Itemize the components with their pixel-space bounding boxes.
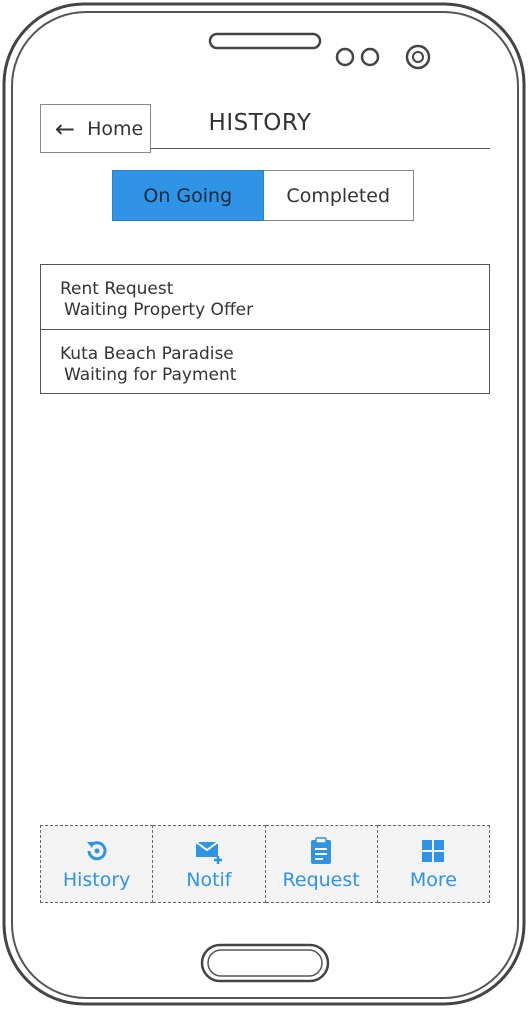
history-list: Rent Request Waiting Property Offer Kuta… xyxy=(40,264,490,394)
grid-icon xyxy=(422,840,445,862)
bottom-nav: History Notif Request More xyxy=(40,825,490,903)
page-title: HISTORY xyxy=(208,110,312,136)
nav-notif-button[interactable]: Notif xyxy=(153,825,266,903)
nav-history-button[interactable]: History xyxy=(40,825,154,903)
item-title: Kuta Beach Paradise xyxy=(60,344,234,364)
list-item[interactable]: Kuta Beach Paradise Waiting for Payment xyxy=(41,329,489,393)
tab-on-going[interactable]: On Going xyxy=(112,170,264,221)
arrow-left-icon: ← xyxy=(55,114,76,143)
mail-plus-icon xyxy=(195,841,222,864)
nav-notif-label: Notif xyxy=(186,869,232,891)
item-status: Waiting Property Offer xyxy=(64,300,254,320)
list-item[interactable]: Rent Request Waiting Property Offer xyxy=(41,265,489,329)
nav-request-button[interactable]: Request xyxy=(265,825,378,903)
status-tabs: On Going Completed xyxy=(112,170,414,221)
item-status: Waiting for Payment xyxy=(64,365,237,385)
nav-request-label: Request xyxy=(282,869,360,891)
nav-history-label: History xyxy=(62,869,131,891)
item-title: Rent Request xyxy=(60,279,174,299)
app-screen: ← Home HISTORY On Going Completed Rent R… xyxy=(0,0,530,1010)
clipboard-icon xyxy=(311,837,332,864)
nav-more-label: More xyxy=(409,869,457,891)
header-divider xyxy=(151,148,490,149)
nav-more-button[interactable]: More xyxy=(377,825,490,903)
tab-completed[interactable]: Completed xyxy=(263,170,414,221)
back-home-label: Home xyxy=(87,117,144,140)
phone-mockup: ← Home HISTORY On Going Completed Rent R… xyxy=(0,0,530,1010)
history-icon xyxy=(86,841,107,861)
back-home-button[interactable]: ← Home xyxy=(40,104,151,153)
